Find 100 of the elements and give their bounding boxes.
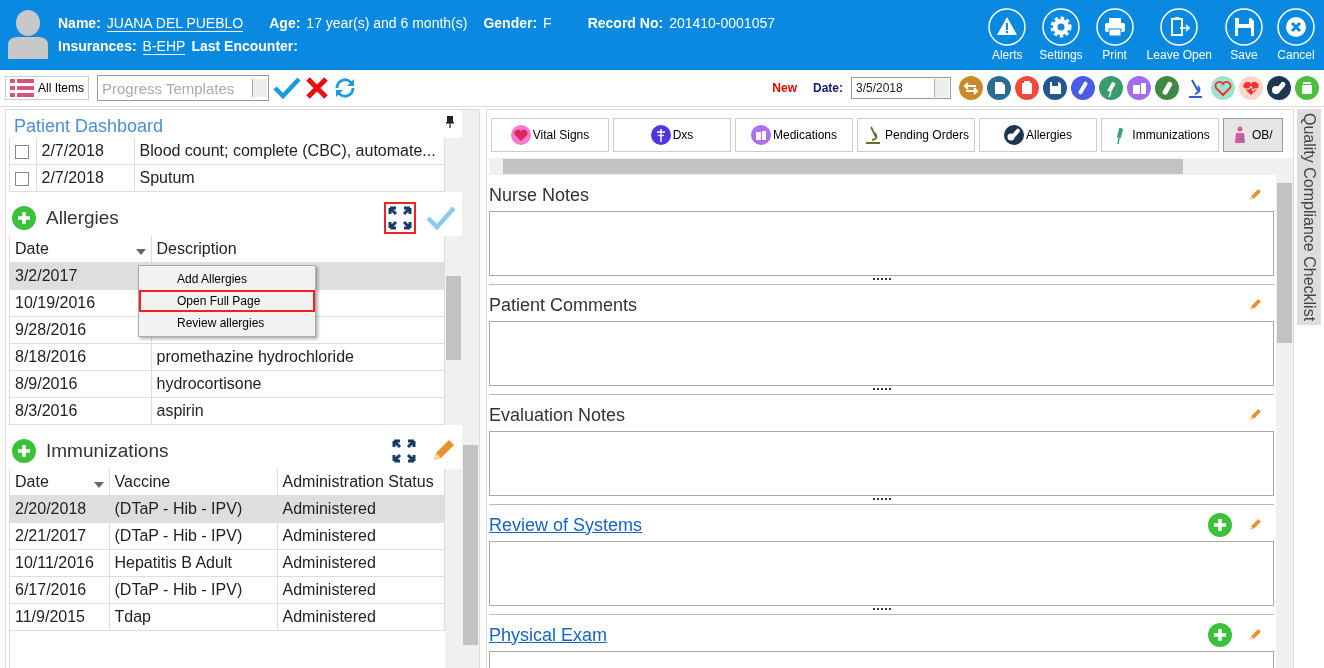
header-action-button[interactable]: Save	[1222, 8, 1266, 62]
scrollbar[interactable]	[445, 236, 462, 425]
column-header[interactable]: Date	[10, 236, 151, 263]
pencil-icon[interactable]	[1248, 518, 1262, 532]
pencil-icon[interactable]	[1248, 628, 1262, 642]
field-label: Name:	[58, 15, 101, 31]
refresh-icon[interactable]	[333, 76, 357, 100]
leave-icon	[1160, 8, 1199, 46]
checkbox[interactable]	[15, 144, 29, 159]
pills-icon[interactable]	[1267, 76, 1291, 100]
print-icon	[1095, 8, 1134, 46]
add-icon[interactable]	[12, 206, 36, 230]
table-cell[interactable]: 10/19/2016	[10, 289, 151, 317]
table-cell[interactable]: 6/17/2016	[10, 576, 109, 604]
list-icon	[10, 79, 34, 97]
scrollbar[interactable]	[445, 469, 462, 668]
date-picker[interactable]: 3/5/2018	[851, 77, 951, 99]
table-cell: (DTaP - Hib - IPV)	[109, 495, 277, 523]
header-action-button[interactable]: Alerts	[985, 8, 1030, 62]
tab[interactable]: OB/	[1223, 118, 1283, 152]
sort-icon[interactable]	[135, 249, 146, 255]
note-field[interactable]	[489, 431, 1274, 496]
table-cell[interactable]: 8/18/2016	[10, 343, 151, 371]
add-icon[interactable]	[1208, 623, 1232, 647]
scrollbar[interactable]	[462, 110, 479, 668]
pencil-icon[interactable]	[1248, 188, 1262, 202]
pin-icon[interactable]	[446, 116, 454, 128]
add-icon[interactable]	[1208, 513, 1232, 537]
save-icon[interactable]	[1043, 76, 1067, 100]
section-title: Nurse Notes	[489, 184, 591, 206]
pencil-icon[interactable]	[1248, 298, 1262, 312]
medicine-icon[interactable]	[1127, 76, 1151, 100]
note-field[interactable]	[489, 321, 1274, 386]
medicine-icon	[751, 125, 771, 145]
document-icon[interactable]	[987, 76, 1011, 100]
insurance-link[interactable]: B-EHP	[142, 38, 186, 55]
table-cell[interactable]: 8/9/2016	[10, 370, 151, 398]
table-cell: Blood count; complete (CBC), automate...	[134, 138, 445, 165]
note-field[interactable]	[489, 541, 1274, 606]
cancel-icon	[1277, 8, 1315, 46]
column-header[interactable]: Description	[151, 236, 445, 263]
heart-plus-icon[interactable]	[1211, 76, 1235, 100]
tab[interactable]: Medications	[735, 118, 853, 152]
table-cell: Tdap	[109, 603, 277, 631]
pencil-icon[interactable]	[1248, 408, 1262, 422]
header-action-button[interactable]: Settings	[1037, 8, 1085, 62]
all-items-button[interactable]: All Items	[5, 76, 89, 100]
clipboard-icon[interactable]	[1015, 76, 1039, 100]
scrollbar[interactable]	[1276, 175, 1293, 668]
checkbox[interactable]	[15, 171, 29, 186]
table-cell[interactable]: 10/11/2016	[10, 549, 109, 577]
table-cell[interactable]: 2/21/2017	[10, 522, 109, 550]
expand-button[interactable]	[384, 202, 416, 234]
field-label: Gender:	[483, 15, 538, 31]
section-link[interactable]: Review of Systems	[489, 514, 1192, 536]
patient-age: 17 year(s) and 6 month(s)	[306, 15, 468, 31]
section-link[interactable]: Physical Exam	[489, 624, 1192, 646]
arrows-icon[interactable]	[959, 76, 983, 100]
tab[interactable]: Pending Orders	[857, 118, 975, 152]
sort-icon[interactable]	[93, 482, 104, 488]
check-icon[interactable]	[273, 76, 301, 100]
header-action-button[interactable]: Print	[1092, 8, 1137, 62]
menu-item[interactable]: Open Full Page	[139, 290, 315, 312]
record-number: 201410-0001057	[669, 15, 775, 31]
table-cell: promethazine hydrochloride	[151, 343, 445, 371]
table-cell[interactable]: 11/9/2015	[10, 603, 109, 631]
section-title: Evaluation Notes	[489, 404, 627, 426]
tab[interactable]: Vital Signs	[491, 118, 609, 152]
table-cell: aspirin	[151, 397, 445, 425]
close-icon[interactable]	[305, 76, 329, 100]
patient-name[interactable]: JUANA DEL PUEBLO	[106, 15, 244, 32]
capsule-icon[interactable]	[1155, 76, 1179, 100]
heartbeat-icon[interactable]	[1239, 76, 1263, 100]
syringe-icon[interactable]	[1099, 76, 1123, 100]
scrollbar[interactable]	[445, 138, 462, 192]
table-cell: 2/7/2018	[36, 138, 134, 165]
table-cell[interactable]: 8/3/2016	[10, 397, 151, 425]
column-header[interactable]: Administration Status	[277, 469, 445, 496]
table-cell: Administered	[277, 495, 445, 523]
scrollbar[interactable]	[489, 158, 1293, 175]
note-field[interactable]	[489, 211, 1274, 276]
side-tab[interactable]: Quality Compliance Checklist	[1297, 109, 1321, 326]
header-action-button[interactable]: Cancel	[1274, 8, 1318, 62]
vial-icon[interactable]	[1071, 76, 1095, 100]
tab[interactable]: Immunizations	[1101, 118, 1219, 152]
column-header[interactable]: Vaccine	[109, 469, 277, 496]
table-cell: (DTaP - Hib - IPV)	[109, 522, 277, 550]
table-cell: hydrocortisone	[151, 370, 445, 398]
table-cell: Administered	[277, 603, 445, 631]
section-title: Allergies	[46, 207, 120, 229]
field-label: Record No:	[587, 15, 664, 31]
table-cell[interactable]: 2/20/2018	[10, 495, 109, 523]
table-cell[interactable]: 9/28/2016	[10, 316, 151, 344]
header-action-button[interactable]: Leave Open	[1144, 8, 1214, 62]
tab[interactable]: Dxs	[613, 118, 731, 152]
tab[interactable]: Allergies	[979, 118, 1097, 152]
column-header[interactable]: Date	[10, 469, 109, 496]
add-icon[interactable]	[12, 439, 36, 463]
check-icon[interactable]	[426, 205, 456, 231]
alert-icon	[988, 8, 1027, 46]
